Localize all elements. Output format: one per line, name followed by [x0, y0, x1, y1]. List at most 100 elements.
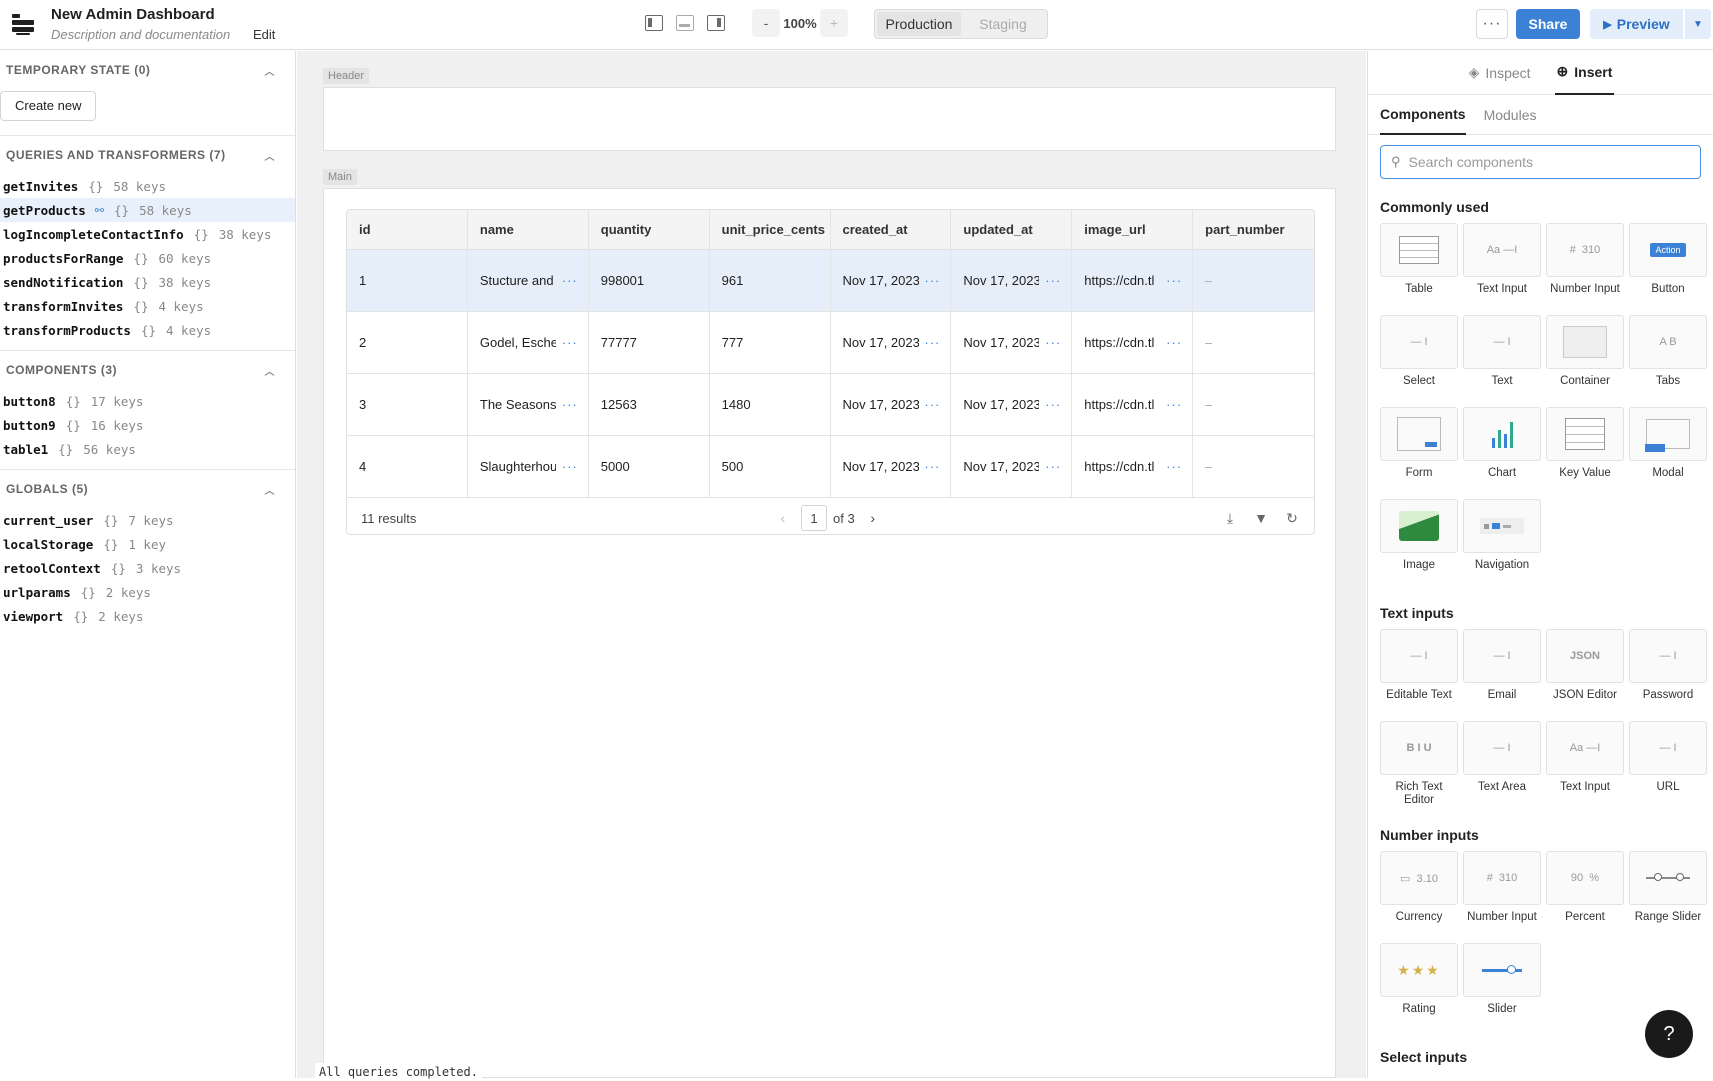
cell-overflow-icon[interactable]: ··· — [1045, 397, 1061, 412]
edit-description-link[interactable]: Edit — [253, 27, 275, 42]
chevron-up-icon[interactable]: ︿ — [265, 63, 276, 78]
table-cell[interactable]: 998001 — [589, 250, 710, 311]
component-row-table1[interactable]: table1 {} 56 keys — [0, 437, 295, 461]
component-tile-editable-text[interactable]: — I Editable Text — [1380, 629, 1458, 715]
table-cell[interactable]: Godel, Escher ··· — [468, 312, 589, 373]
tab-inspect[interactable]: ◈ Inspect — [1467, 51, 1533, 95]
column-header[interactable]: unit_price_cents — [710, 210, 831, 249]
page-number-input[interactable]: 1 — [801, 505, 827, 531]
table-cell[interactable]: Slaughterhouse ··· — [468, 436, 589, 497]
cell-overflow-icon[interactable]: ··· — [924, 459, 940, 474]
chevron-up-icon[interactable]: ︿ — [265, 482, 276, 497]
filter-icon[interactable]: ▼ — [1253, 510, 1269, 526]
preview-dropdown-chevron-icon[interactable]: ▼ — [1685, 9, 1711, 39]
chevron-up-icon[interactable]: ︿ — [265, 363, 276, 378]
zoom-in-button[interactable]: + — [820, 9, 848, 37]
component-tile-image[interactable]: Image — [1380, 499, 1458, 585]
app-title[interactable]: New Admin Dashboard — [51, 6, 215, 23]
cell-overflow-icon[interactable]: ··· — [1166, 459, 1182, 474]
table-cell[interactable]: 12563 — [589, 374, 710, 435]
section-header[interactable]: TEMPORARY STATE (0) ︿ — [0, 51, 295, 89]
section-header[interactable]: COMPONENTS (3) ︿ — [0, 351, 295, 389]
table-cell[interactable]: – — [1193, 250, 1314, 311]
table-row[interactable]: 4 Slaughterhouse ··· 5000 500 Nov 17, 2023 ···… — [347, 436, 1314, 498]
table-cell[interactable]: Nov 17, 2023 ··· — [831, 374, 952, 435]
tab-modules[interactable]: Modules — [1484, 95, 1537, 135]
column-header[interactable]: id — [347, 210, 468, 249]
toggle-right-panel-icon[interactable] — [707, 15, 725, 31]
column-header[interactable]: updated_at — [951, 210, 1073, 249]
toggle-bottom-panel-icon[interactable] — [676, 15, 694, 31]
help-chat-button[interactable]: ? — [1645, 1010, 1693, 1058]
env-production[interactable]: Production — [877, 12, 961, 36]
component-tile-json-editor[interactable]: JSON JSON Editor — [1546, 629, 1624, 715]
global-row-retoolcontext[interactable]: retoolContext {} 3 keys — [0, 556, 295, 580]
table-cell[interactable]: 3 — [347, 374, 468, 435]
chevron-up-icon[interactable]: ︿ — [265, 148, 276, 163]
share-button[interactable]: Share — [1516, 9, 1580, 39]
table-cell[interactable]: – — [1193, 312, 1314, 373]
table-cell[interactable]: The Seasons ··· — [468, 374, 589, 435]
cell-overflow-icon[interactable]: ··· — [1045, 459, 1061, 474]
component-tile-email[interactable]: — I Email — [1463, 629, 1541, 715]
component-tile-rating[interactable]: ★★★ Rating — [1380, 943, 1458, 1029]
table-cell[interactable]: 961 — [710, 250, 831, 311]
data-table[interactable]: id name quantity unit_price_cents create… — [346, 209, 1315, 535]
table-cell[interactable]: Nov 17, 2023 ··· — [951, 250, 1073, 311]
table-cell[interactable]: 1480 — [710, 374, 831, 435]
component-tile-text-area[interactable]: — I Text Area — [1463, 721, 1541, 807]
table-cell[interactable]: 2 — [347, 312, 468, 373]
table-cell[interactable]: Nov 17, 2023 ··· — [831, 436, 952, 497]
cell-overflow-icon[interactable]: ··· — [1045, 335, 1061, 350]
table-cell[interactable]: 500 — [710, 436, 831, 497]
component-tile-table[interactable]: Table — [1380, 223, 1458, 309]
component-tile-tabs[interactable]: A B Tabs — [1629, 315, 1707, 401]
table-cell[interactable]: – — [1193, 436, 1314, 497]
section-header[interactable]: QUERIES AND TRANSFORMERS (7) ︿ — [0, 136, 295, 174]
table-cell[interactable]: https://cdn.tl ··· — [1072, 436, 1194, 497]
column-header[interactable]: quantity — [589, 210, 710, 249]
component-row-button8[interactable]: button8 {} 17 keys — [0, 389, 295, 413]
table-cell[interactable]: https://cdn.tl ··· — [1072, 250, 1194, 311]
cell-overflow-icon[interactable]: ··· — [924, 335, 940, 350]
create-new-button[interactable]: Create new — [0, 91, 97, 121]
column-header[interactable]: created_at — [831, 210, 952, 249]
cell-overflow-icon[interactable]: ··· — [562, 397, 578, 412]
component-tile-slider[interactable]: Slider — [1463, 943, 1541, 1029]
component-tile-modal[interactable]: Modal — [1629, 407, 1707, 493]
query-row-getinvites[interactable]: getInvites {} 58 keys — [0, 174, 295, 198]
global-row-current-user[interactable]: current_user {} 7 keys — [0, 508, 295, 532]
preview-button[interactable]: ▶ Preview — [1590, 9, 1683, 39]
component-tile-percent[interactable]: 90 % Percent — [1546, 851, 1624, 937]
component-tile-key-value[interactable]: Key Value — [1546, 407, 1624, 493]
column-header[interactable]: image_url — [1072, 210, 1194, 249]
refresh-icon[interactable]: ↻ — [1284, 510, 1300, 526]
table-cell[interactable]: 4 — [347, 436, 468, 497]
cell-overflow-icon[interactable]: ··· — [1166, 335, 1182, 350]
tab-insert[interactable]: ⊕ Insert — [1554, 51, 1615, 95]
section-header[interactable]: GLOBALS (5) ︿ — [0, 470, 295, 508]
table-cell[interactable]: Nov 17, 2023 ··· — [951, 312, 1073, 373]
global-row-viewport[interactable]: viewport {} 2 keys — [0, 604, 295, 628]
table-row[interactable]: 1 Stucture and ··· 998001 961 Nov 17, 2023 ···… — [347, 250, 1314, 312]
previous-page-chevron-icon[interactable]: ‹ — [771, 505, 795, 531]
table-cell[interactable]: Nov 17, 2023 ··· — [951, 436, 1073, 497]
more-options-button[interactable]: ··· — [1476, 9, 1508, 39]
query-row-getproducts[interactable]: getProducts ⚯ {} 58 keys — [0, 198, 295, 222]
component-tile-select[interactable]: — I Select — [1380, 315, 1458, 401]
table-row[interactable]: 3 The Seasons ··· 12563 1480 Nov 17, 2023 ··· N… — [347, 374, 1314, 436]
component-tile-currency[interactable]: ▭ 3.10 Currency — [1380, 851, 1458, 937]
global-row-localstorage[interactable]: localStorage {} 1 key — [0, 532, 295, 556]
component-tile-text[interactable]: — I Text — [1463, 315, 1541, 401]
table-cell[interactable]: 777 — [710, 312, 831, 373]
search-input[interactable] — [1408, 154, 1659, 170]
menu-logo-icon[interactable] — [12, 12, 34, 36]
column-header[interactable]: part_number — [1193, 210, 1314, 249]
component-tile-number-input[interactable]: # 310 Number Input — [1463, 851, 1541, 937]
table-cell[interactable]: Stucture and ··· — [468, 250, 589, 311]
main-frame[interactable]: id name quantity unit_price_cents create… — [323, 188, 1336, 1078]
table-cell[interactable]: 1 — [347, 250, 468, 311]
cell-overflow-icon[interactable]: ··· — [562, 459, 578, 474]
component-tile-rich-text-editor[interactable]: B I U Rich Text Editor — [1380, 721, 1458, 807]
cell-overflow-icon[interactable]: ··· — [562, 273, 578, 288]
